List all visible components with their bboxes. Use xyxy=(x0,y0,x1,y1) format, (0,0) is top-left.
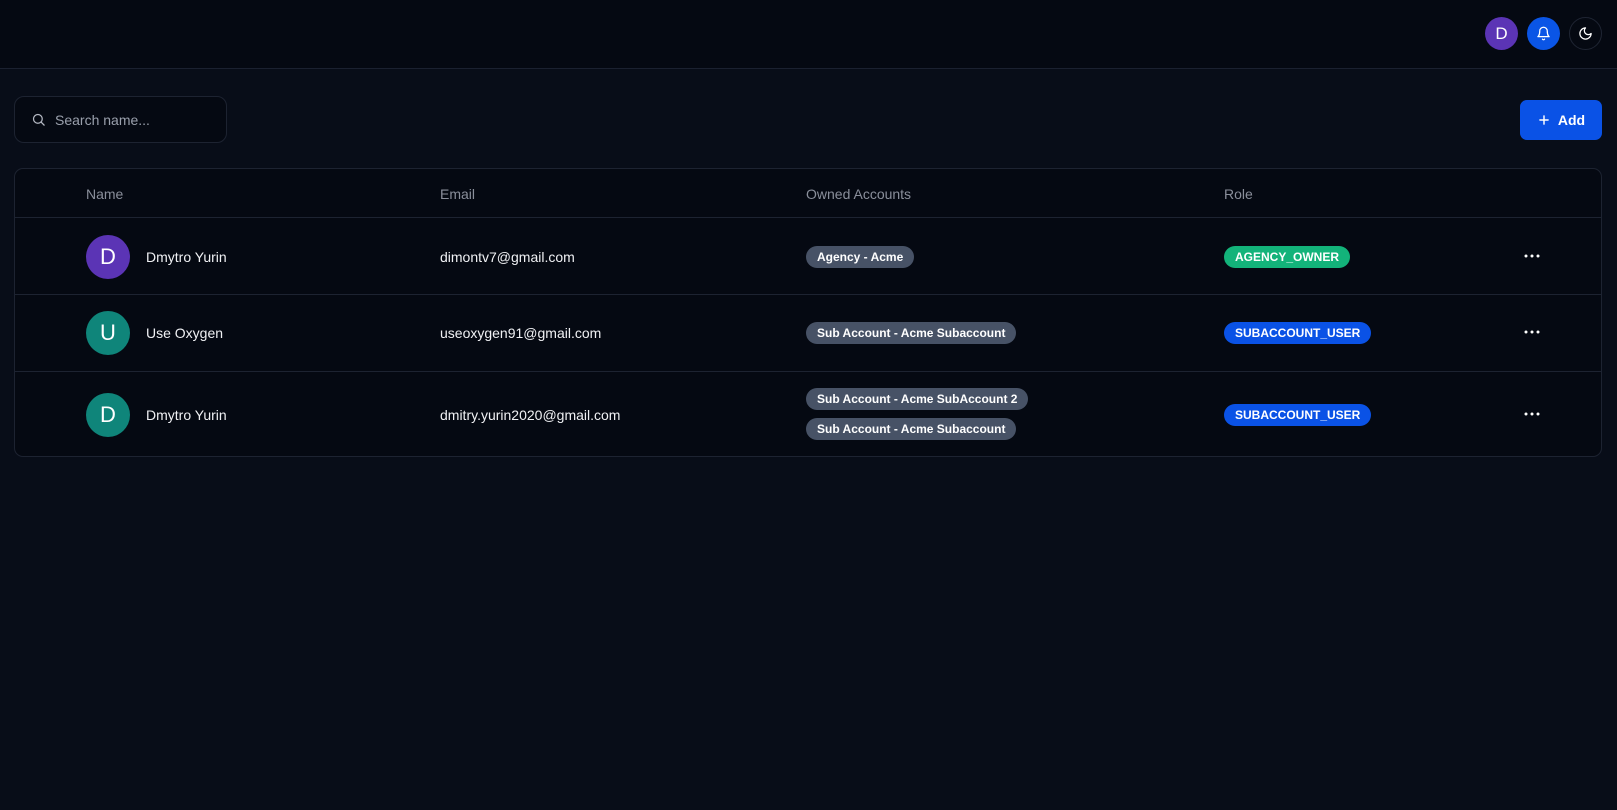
top-bar: D xyxy=(0,0,1617,69)
avatar-letter: D xyxy=(100,244,116,269)
row-actions-button[interactable] xyxy=(1520,322,1544,342)
table-row: U Use Oxygen useoxygen91@gmail.com Sub A… xyxy=(15,295,1601,372)
owned-account-badge: Agency - Acme xyxy=(806,246,915,268)
notifications-button[interactable] xyxy=(1527,17,1560,50)
avatar: D xyxy=(86,235,130,279)
column-header-name: Name xyxy=(86,186,124,202)
add-button[interactable]: Add xyxy=(1520,100,1602,140)
user-avatar-letter: D xyxy=(1495,23,1508,43)
moon-icon xyxy=(1579,27,1592,40)
plus-icon xyxy=(1539,115,1549,125)
row-actions-button[interactable] xyxy=(1520,404,1544,424)
user-email: dimontv7@gmail.com xyxy=(440,249,575,265)
add-button-label: Add xyxy=(1557,112,1586,128)
user-name: Dmytro Yurin xyxy=(146,407,227,423)
column-header-email: Email xyxy=(440,186,476,202)
owned-account-badge: Sub Account - Acme Subaccount xyxy=(806,322,1017,344)
role-badge: AGENCY_OWNER xyxy=(1224,246,1351,268)
theme-toggle-button[interactable] xyxy=(1569,17,1602,50)
role-badge: SUBACCOUNT_USER xyxy=(1224,322,1372,344)
search-field[interactable] xyxy=(14,96,227,143)
table-header: Name Email Owned Accounts Role xyxy=(15,169,1601,218)
owned-account-badge: Sub Account - Acme Subaccount xyxy=(806,418,1017,440)
user-name: Dmytro Yurin xyxy=(146,249,227,265)
row-actions-button[interactable] xyxy=(1520,246,1544,266)
search-input[interactable] xyxy=(55,111,215,128)
more-horizontal-icon xyxy=(1524,412,1540,416)
table-row: D Dmytro Yurin dimontv7@gmail.com Agency… xyxy=(15,218,1601,295)
users-table: Name Email Owned Accounts Role D Dmytro … xyxy=(14,168,1602,457)
column-header-role: Role xyxy=(1224,186,1253,202)
table-row: D Dmytro Yurin dmitry.yurin2020@gmail.co… xyxy=(15,372,1601,456)
role-badge: SUBACCOUNT_USER xyxy=(1224,404,1372,426)
search-icon xyxy=(32,113,45,126)
more-horizontal-icon xyxy=(1524,254,1540,258)
avatar: U xyxy=(86,311,130,355)
avatar: D xyxy=(86,393,130,437)
bell-icon xyxy=(1537,26,1550,41)
column-header-owned-accounts: Owned Accounts xyxy=(806,186,912,202)
user-name: Use Oxygen xyxy=(146,325,224,341)
user-email: useoxygen91@gmail.com xyxy=(440,325,602,341)
avatar-letter: U xyxy=(100,320,116,345)
user-avatar-button[interactable]: D xyxy=(1485,17,1518,50)
more-horizontal-icon xyxy=(1524,330,1540,334)
top-actions: D xyxy=(1485,17,1602,50)
owned-account-badge: Sub Account - Acme SubAccount 2 xyxy=(806,388,1029,410)
avatar-letter: D xyxy=(100,402,116,427)
user-email: dmitry.yurin2020@gmail.com xyxy=(440,407,621,423)
